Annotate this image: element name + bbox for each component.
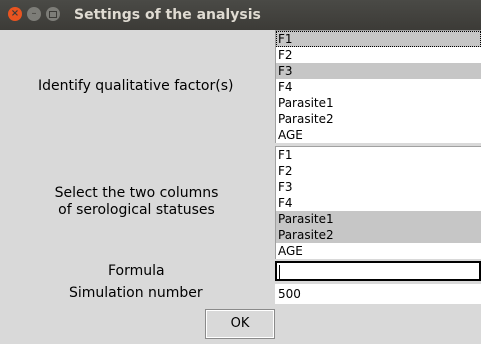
- list-item[interactable]: F1: [276, 147, 481, 163]
- list-item[interactable]: F2: [276, 47, 481, 63]
- minimize-window-icon[interactable]: –: [27, 7, 41, 21]
- list-item[interactable]: Parasite1: [276, 211, 481, 227]
- list-item[interactable]: Parasite2: [276, 227, 481, 243]
- list-item[interactable]: F4: [276, 79, 481, 95]
- formula-input[interactable]: [275, 261, 481, 281]
- ok-button[interactable]: OK: [205, 309, 275, 339]
- list-item[interactable]: Parasite2: [276, 111, 481, 127]
- list-item[interactable]: AGE: [276, 243, 481, 259]
- list-item[interactable]: AGE: [276, 127, 481, 143]
- window-title: Settings of the analysis: [74, 7, 261, 23]
- maximize-window-icon[interactable]: [46, 7, 60, 21]
- list-item[interactable]: F3: [276, 63, 481, 79]
- serological-label-line2: of serological statuses: [58, 202, 215, 218]
- serological-label-line1: Select the two columns: [54, 185, 219, 201]
- formula-label: Formula: [108, 263, 165, 279]
- simulation-number-input[interactable]: 500: [275, 284, 481, 304]
- list-item[interactable]: Parasite1: [276, 95, 481, 111]
- simulation-number-label: Simulation number: [69, 285, 203, 301]
- qualitative-factors-listbox[interactable]: F1 F2 F3 F4 Parasite1 Parasite2 AGE: [275, 30, 481, 143]
- list-item[interactable]: F4: [276, 195, 481, 211]
- title-bar[interactable]: × – Settings of the analysis: [0, 0, 481, 30]
- list-item[interactable]: F3: [276, 179, 481, 195]
- qualitative-factors-label: Identify qualitative factor(s): [38, 78, 234, 94]
- close-window-icon[interactable]: ×: [8, 7, 22, 21]
- text-cursor: [279, 264, 280, 279]
- list-item[interactable]: F1: [276, 31, 481, 47]
- list-item[interactable]: F2: [276, 163, 481, 179]
- serological-columns-listbox[interactable]: F1 F2 F3 F4 Parasite1 Parasite2 AGE: [275, 146, 481, 259]
- serological-columns-label: Select the two columns of serological st…: [50, 185, 223, 218]
